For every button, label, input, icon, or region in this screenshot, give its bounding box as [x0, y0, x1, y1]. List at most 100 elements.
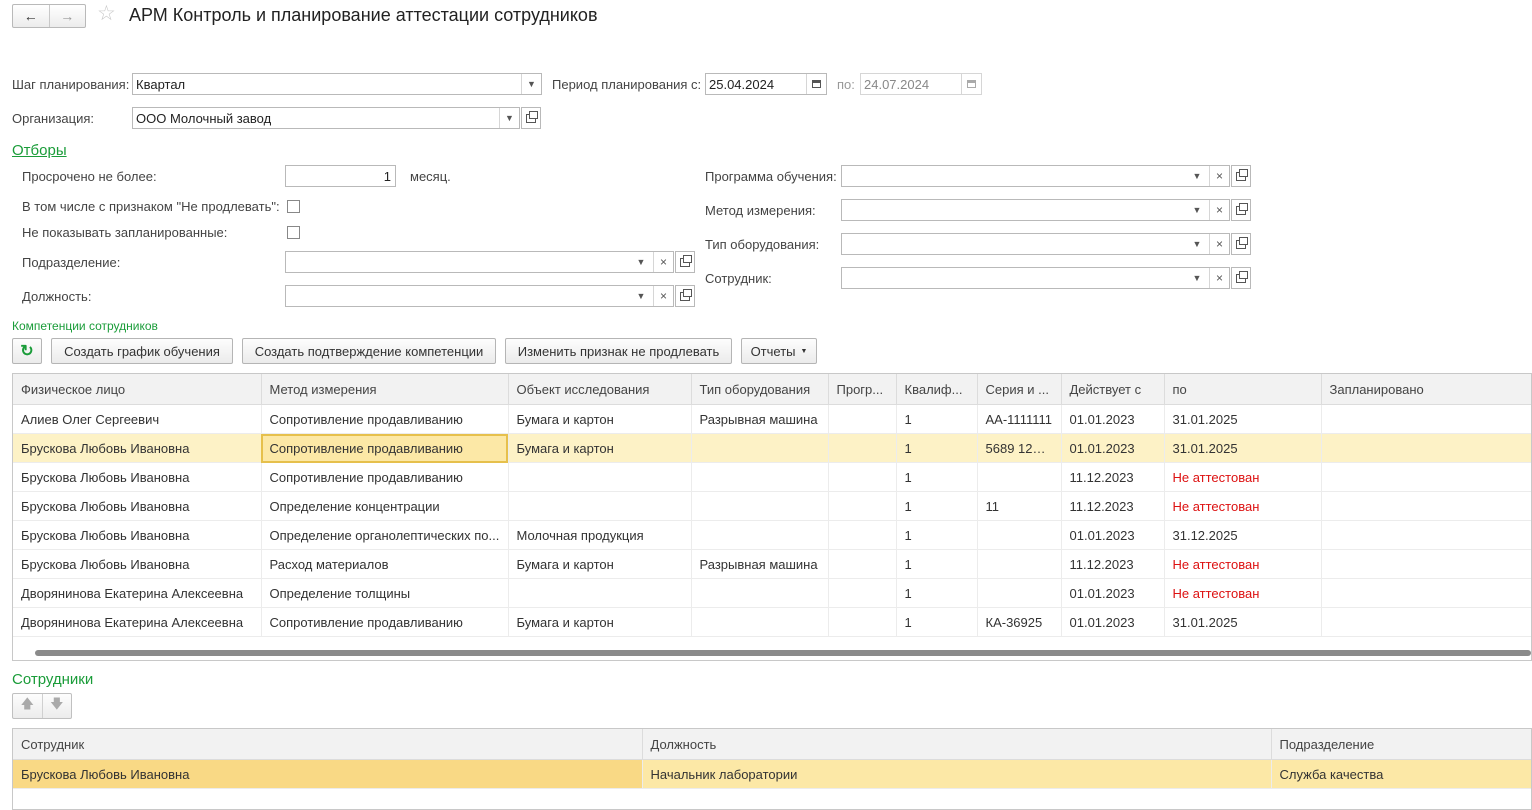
- column-header[interactable]: по: [1164, 374, 1322, 405]
- dropdown-arrow-icon[interactable]: ▼: [499, 108, 519, 128]
- table-cell[interactable]: [691, 462, 829, 492]
- column-header[interactable]: Квалиф...: [896, 374, 978, 405]
- hide-planned-checkbox[interactable]: [287, 226, 300, 239]
- table-cell[interactable]: Сопротивление продавливанию: [261, 462, 509, 492]
- table-cell[interactable]: [508, 462, 692, 492]
- table-cell[interactable]: Сопротивление продавливанию: [261, 607, 509, 637]
- measure-method-select[interactable]: ▼ ×: [841, 199, 1230, 221]
- table-cell[interactable]: 31.01.2025: [1164, 404, 1322, 434]
- table-cell[interactable]: [691, 520, 829, 550]
- table-cell[interactable]: [828, 520, 897, 550]
- department-select[interactable]: ▼ ×: [285, 251, 674, 273]
- table-cell[interactable]: Дворянинова Екатерина Алексеевна: [13, 578, 262, 608]
- organization-select[interactable]: ООО Молочный завод ▼: [132, 107, 520, 129]
- table-cell[interactable]: Молочная продукция: [508, 520, 692, 550]
- table-cell[interactable]: 01.01.2023: [1061, 578, 1165, 608]
- change-flag-button[interactable]: Изменить признак не продлевать: [505, 338, 732, 364]
- back-button[interactable]: ←: [13, 5, 50, 27]
- column-header[interactable]: Прогр...: [828, 374, 897, 405]
- table-row[interactable]: Дворянинова Екатерина Алексеевна Определе…: [13, 578, 1531, 608]
- table-cell[interactable]: КА-36925: [977, 607, 1062, 637]
- move-down-button[interactable]: 🡇: [43, 694, 72, 718]
- table-cell[interactable]: [828, 491, 897, 521]
- table-cell[interactable]: Брускова Любовь Ивановна: [13, 433, 262, 463]
- table-cell[interactable]: Сопротивление продавливанию: [261, 404, 509, 434]
- clear-icon[interactable]: ×: [1209, 166, 1229, 186]
- clear-icon[interactable]: ×: [1209, 200, 1229, 220]
- create-schedule-button[interactable]: Создать график обучения: [51, 338, 233, 364]
- table-cell[interactable]: Расход материалов: [261, 549, 509, 579]
- table-cell[interactable]: 1: [896, 578, 978, 608]
- table-row[interactable]: Брускова Любовь Ивановна Сопротивление пр…: [13, 433, 1531, 463]
- column-header[interactable]: Запланировано: [1321, 374, 1531, 405]
- table-cell[interactable]: Определение концентрации: [261, 491, 509, 521]
- table-cell[interactable]: Определение органолептических по...: [261, 520, 509, 550]
- table-cell[interactable]: [828, 578, 897, 608]
- column-header[interactable]: Тип оборудования: [691, 374, 829, 405]
- table-row[interactable]: Брускова Любовь Ивановна Начальник лабор…: [13, 759, 1531, 789]
- table-cell[interactable]: [828, 462, 897, 492]
- employee-filter-open-button[interactable]: [1231, 267, 1251, 289]
- table-cell[interactable]: Разрывная машина: [691, 549, 829, 579]
- employees-table[interactable]: Сотрудник Должность Подразделение Бруско…: [12, 728, 1532, 810]
- table-cell[interactable]: [691, 607, 829, 637]
- table-cell[interactable]: 31.01.2025: [1164, 433, 1322, 463]
- refresh-button[interactable]: ↻: [12, 338, 42, 364]
- forward-button[interactable]: →: [50, 5, 86, 27]
- table-cell[interactable]: Не аттестован: [1164, 462, 1322, 492]
- table-cell[interactable]: Определение толщины: [261, 578, 509, 608]
- table-cell[interactable]: Бумага и картон: [508, 607, 692, 637]
- clear-icon[interactable]: ×: [653, 286, 673, 306]
- column-header[interactable]: Объект исследования: [508, 374, 692, 405]
- table-cell[interactable]: 5689 12345: [977, 433, 1062, 463]
- training-program-open-button[interactable]: [1231, 165, 1251, 187]
- table-cell[interactable]: 1: [896, 462, 978, 492]
- table-cell[interactable]: [1321, 433, 1531, 463]
- table-cell[interactable]: 01.01.2023: [1061, 520, 1165, 550]
- table-cell[interactable]: Бумага и картон: [508, 404, 692, 434]
- employee-filter-select[interactable]: ▼ ×: [841, 267, 1230, 289]
- table-cell[interactable]: [977, 549, 1062, 579]
- table-cell[interactable]: АА-1111111: [977, 404, 1062, 434]
- dropdown-arrow-icon[interactable]: ▼: [1187, 268, 1207, 288]
- table-cell[interactable]: 1: [896, 549, 978, 579]
- competencies-table[interactable]: Физическое лицо Метод измерения Объект исс…: [12, 373, 1532, 661]
- dropdown-arrow-icon[interactable]: ▼: [631, 286, 651, 306]
- clear-icon[interactable]: ×: [1209, 268, 1229, 288]
- table-cell[interactable]: 11.12.2023: [1061, 549, 1165, 579]
- table-cell[interactable]: [1321, 462, 1531, 492]
- dropdown-arrow-icon[interactable]: ▼: [1187, 200, 1207, 220]
- table-cell[interactable]: 1: [896, 433, 978, 463]
- table-cell[interactable]: [1321, 607, 1531, 637]
- filters-title[interactable]: Отборы: [12, 142, 67, 159]
- clear-icon[interactable]: ×: [653, 252, 673, 272]
- column-header[interactable]: Метод измерения: [261, 374, 509, 405]
- column-header[interactable]: Должность: [642, 729, 1272, 760]
- table-cell[interactable]: [828, 404, 897, 434]
- table-cell[interactable]: 11.12.2023: [1061, 462, 1165, 492]
- table-cell[interactable]: Не аттестован: [1164, 549, 1322, 579]
- overdue-input[interactable]: 1: [285, 165, 396, 187]
- table-cell[interactable]: Не аттестован: [1164, 578, 1322, 608]
- table-cell[interactable]: [691, 491, 829, 521]
- organization-open-button[interactable]: [521, 107, 541, 129]
- table-cell[interactable]: [508, 578, 692, 608]
- create-confirmation-button[interactable]: Создать подтверждение компетенции: [242, 338, 496, 364]
- table-cell[interactable]: Бумага и картон: [508, 433, 692, 463]
- table-row[interactable]: Алиев Олег Сергеевич Сопротивление продав…: [13, 404, 1531, 434]
- dropdown-arrow-icon[interactable]: ▼: [1187, 166, 1207, 186]
- measure-method-open-button[interactable]: [1231, 199, 1251, 221]
- table-cell[interactable]: 1: [896, 520, 978, 550]
- clear-icon[interactable]: ×: [1209, 234, 1229, 254]
- table-cell[interactable]: 11.12.2023: [1061, 491, 1165, 521]
- period-from-field[interactable]: 25.04.2024: [705, 73, 827, 95]
- table-cell[interactable]: [1321, 578, 1531, 608]
- table-cell[interactable]: Не аттестован: [1164, 491, 1322, 521]
- horizontal-scrollbar[interactable]: [35, 650, 1531, 656]
- table-cell[interactable]: [828, 607, 897, 637]
- table-cell[interactable]: 1: [896, 491, 978, 521]
- table-cell[interactable]: Брускова Любовь Ивановна: [13, 549, 262, 579]
- column-header[interactable]: Подразделение: [1271, 729, 1531, 760]
- table-cell[interactable]: [977, 520, 1062, 550]
- table-cell[interactable]: Брускова Любовь Ивановна: [13, 491, 262, 521]
